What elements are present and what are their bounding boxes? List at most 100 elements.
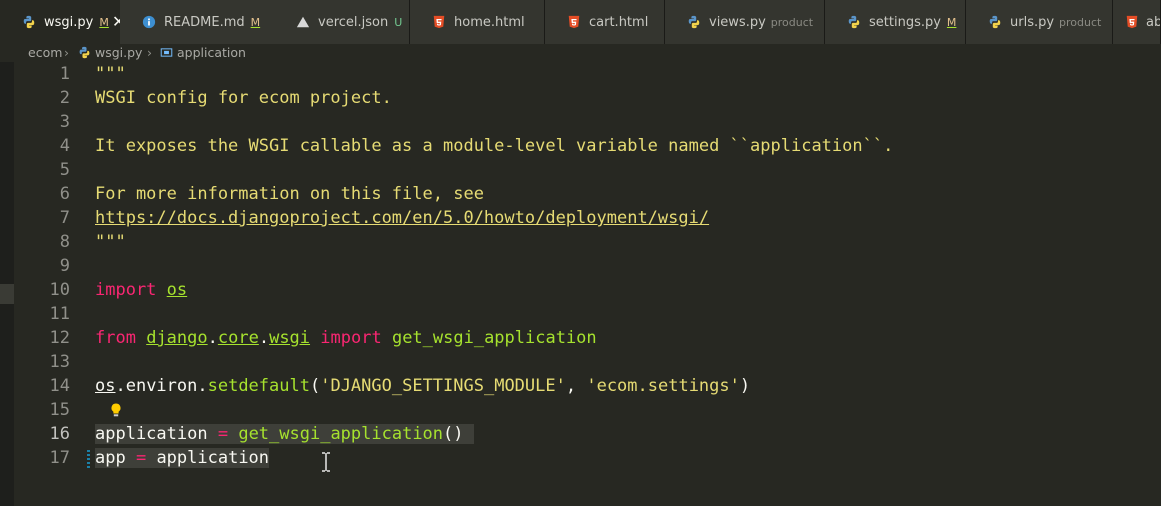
code-editor[interactable]: 1 """ 2 WSGI config for ecom project. 3 4 It e… [0, 62, 1161, 506]
breadcrumb-folder[interactable]: ecom [28, 44, 62, 62]
line-number: 16 [49, 424, 70, 444]
tab-partial[interactable]: ab [1113, 0, 1161, 44]
breadcrumb-file[interactable]: wsgi.py [78, 44, 142, 62]
breadcrumb-separator: › [64, 45, 69, 60]
breadcrumb-separator: › [147, 45, 152, 60]
tab-label: views.py [709, 15, 766, 30]
code-token: from [95, 328, 136, 348]
breadcrumb: ecom › wsgi.py › application [0, 44, 1161, 62]
code-token: . [207, 328, 218, 348]
code-line[interactable]: 13 [14, 350, 1161, 374]
modified-badge: M [99, 16, 109, 29]
code-token: django [146, 328, 208, 348]
tab-label: README.md [164, 15, 245, 30]
code-line[interactable]: 2 WSGI config for ecom project. [14, 86, 1161, 110]
code-token: import [95, 280, 157, 300]
tab-label: vercel.json [318, 15, 389, 30]
breadcrumb-symbol[interactable]: application [160, 44, 246, 62]
code-token: os [166, 280, 188, 300]
code-line[interactable]: 6 For more information on this file, see [14, 182, 1161, 206]
tab-urls-py[interactable]: urls.py product [966, 0, 1113, 44]
line-content: https://docs.djangoproject.com/en/5.0/ho… [95, 206, 709, 230]
code-line[interactable]: 5 [14, 158, 1161, 182]
code-token: WSGI config for ecom project. [95, 88, 392, 108]
line-content: For more information on this file, see [95, 182, 484, 206]
code-line[interactable]: 9 [14, 254, 1161, 278]
code-line[interactable]: 16 application = get_wsgi_application() [14, 422, 1161, 446]
modified-badge: M [946, 16, 957, 29]
code-token: , [565, 376, 587, 396]
code-line[interactable]: 3 [14, 110, 1161, 134]
line-content: app = application [95, 446, 270, 470]
activity-strip [0, 62, 14, 506]
text-cursor-icon [322, 452, 330, 472]
code-line[interactable]: 4 It exposes the WSGI callable as a modul… [14, 134, 1161, 158]
tab-label: ab [1146, 15, 1161, 30]
tab-vercel-json[interactable]: vercel.json U [274, 0, 410, 44]
code-token: wsgi [269, 328, 311, 348]
code-line[interactable]: 12 from django.core.wsgi import get_wsgi_… [14, 326, 1161, 350]
tab-wsgi-py[interactable]: wsgi.py M ✕ [0, 0, 133, 44]
code-line[interactable]: 7 https://docs.djangoproject.com/en/5.0/h… [14, 206, 1161, 230]
code-token: application [95, 424, 218, 444]
line-number: 11 [49, 304, 70, 324]
tab-readme-md[interactable]: README.md M [120, 0, 283, 44]
vercel-icon [296, 16, 310, 28]
code-token: get_wsgi_application [391, 328, 597, 348]
code-token: app [95, 448, 136, 468]
tab-label: urls.py [1010, 15, 1055, 30]
line-number: 3 [59, 112, 70, 132]
code-line[interactable]: 15 [14, 398, 1161, 422]
tab-home-html[interactable]: home.html [410, 0, 545, 44]
tab-settings-py[interactable]: settings.py M [825, 0, 966, 44]
line-content: WSGI config for ecom project. [95, 86, 392, 110]
tab-label: home.html [454, 15, 525, 30]
line-number: 12 [49, 328, 70, 348]
code-token: 'ecom.settings' [586, 376, 740, 396]
code-token: application [146, 448, 270, 468]
code-token: ( [309, 376, 321, 396]
editor-tab-bar: wsgi.py M ✕ README.md M vercel.json U home.… [0, 0, 1161, 44]
line-number: 8 [59, 232, 70, 252]
line-number: 5 [59, 160, 70, 180]
html5-icon [433, 15, 445, 29]
modified-badge: M [250, 16, 261, 29]
html5-icon [1126, 15, 1138, 29]
code-token: import [320, 328, 382, 348]
code-line[interactable]: 8 """ [14, 230, 1161, 254]
code-line[interactable]: 14 os.environ.setdefault('DJANGO_SETTINGS… [14, 374, 1161, 398]
code-token: . [258, 328, 270, 348]
active-marker [0, 284, 14, 304]
html5-icon [568, 15, 580, 29]
code-token: """ [95, 232, 126, 252]
info-icon [142, 15, 156, 29]
line-content: """ [95, 62, 126, 86]
git-change-marker[interactable] [87, 448, 90, 468]
tab-label: wsgi.py [44, 15, 94, 30]
line-number: 14 [49, 376, 70, 396]
untracked-badge: U [394, 16, 403, 29]
line-content: It exposes the WSGI callable as a module… [95, 134, 893, 158]
line-number: 6 [59, 184, 70, 204]
variable-symbol-icon [160, 48, 173, 57]
python-file-icon [989, 15, 1001, 29]
line-number: 2 [59, 88, 70, 108]
python-file-icon [23, 15, 35, 29]
line-number: 17 [49, 448, 70, 468]
tab-label: settings.py [869, 15, 941, 30]
code-line[interactable]: 1 """ [14, 62, 1161, 86]
lightbulb-icon[interactable] [108, 402, 124, 418]
tab-description: product [770, 16, 814, 29]
line-number: 7 [59, 208, 70, 228]
tab-cart-html[interactable]: cart.html [545, 0, 665, 44]
python-file-icon [79, 46, 90, 59]
line-number: 1 [59, 64, 70, 84]
code-line[interactable]: 17 app = application [14, 446, 1161, 470]
code-line[interactable]: 10 import os [14, 278, 1161, 302]
tab-views-py[interactable]: views.py product [665, 0, 825, 44]
code-line[interactable]: 11 [14, 302, 1161, 326]
line-content: from django.core.wsgi import get_wsgi_ap… [95, 326, 597, 350]
